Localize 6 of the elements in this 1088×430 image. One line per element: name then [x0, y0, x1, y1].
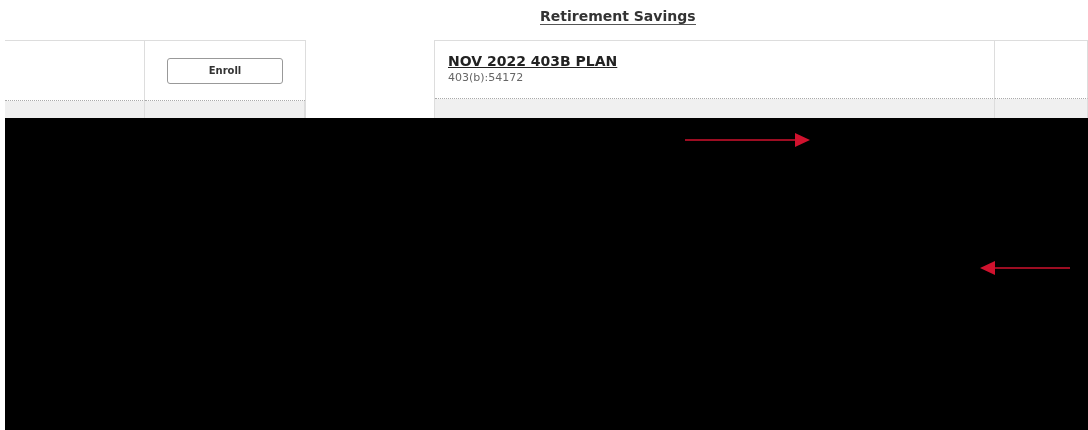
page-title: Retirement Savings: [540, 8, 696, 25]
plan-link[interactable]: NOV 2022 403B PLAN: [448, 53, 618, 69]
plan-detail: 403(b):54172: [448, 71, 524, 84]
left-arrow-icon: [980, 260, 1070, 276]
enroll-button[interactable]: Enroll: [167, 57, 283, 84]
right-arrow-icon: [685, 132, 811, 148]
